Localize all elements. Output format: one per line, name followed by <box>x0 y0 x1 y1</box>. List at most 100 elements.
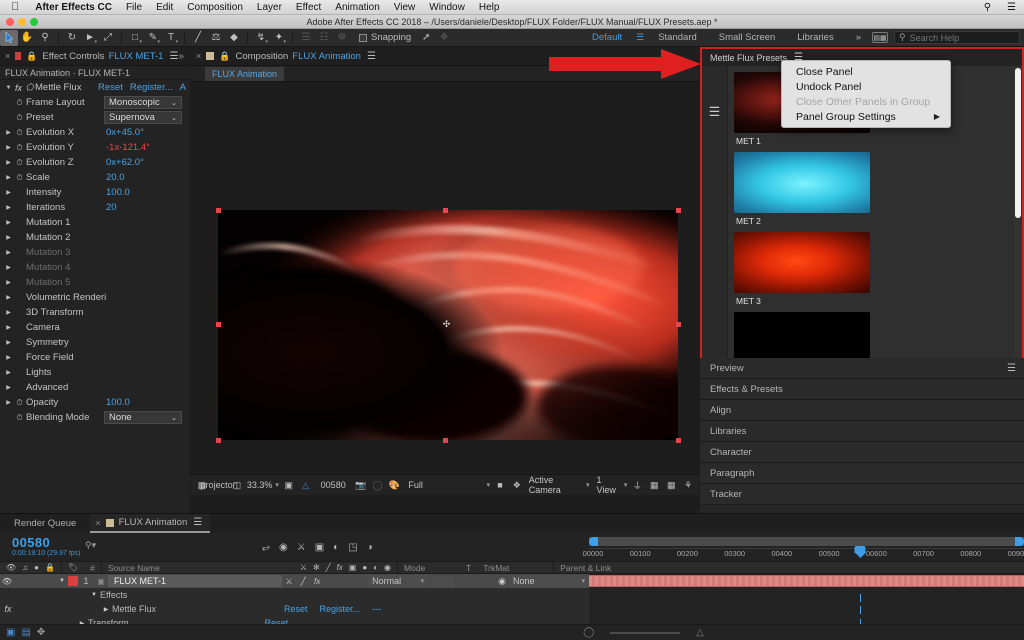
panel-collapsed-row[interactable]: Effects & Presets <box>700 379 1024 400</box>
timeline-effect-row[interactable]: fx ▶ Mettle Flux Reset Register... --- <box>0 602 589 616</box>
channel-icon[interactable]: 🎨 <box>388 478 402 493</box>
panel-overflow-icon[interactable]: » <box>178 51 190 62</box>
selection-handle-ml[interactable] <box>216 322 221 327</box>
lock-icon[interactable]: 🔒 <box>45 563 55 572</box>
keyframe-marker[interactable] <box>860 594 861 602</box>
audio-icon[interactable]: ♫ <box>22 563 28 572</box>
effect-reset-link[interactable]: Reset <box>98 82 123 93</box>
context-menu-item[interactable]: Panel Group Settings ▶ <box>782 109 950 124</box>
effect-property-row[interactable]: ▶ Symmetry <box>0 335 190 350</box>
stopwatch-icon[interactable]: ⏱ <box>13 173 26 183</box>
effect-property-value[interactable]: 20.0 <box>106 172 190 183</box>
toggle-mask-icon[interactable]: ◫ <box>230 478 244 493</box>
control-center-icon[interactable]: ☰ <box>999 2 1024 13</box>
region-of-interest-icon[interactable]: ▣ <box>282 478 296 493</box>
lock-icon[interactable]: 🔒 <box>219 51 230 62</box>
motion-blur-switch-icon[interactable]: ● <box>362 563 367 572</box>
exposure-icon[interactable]: ⚘ <box>681 478 695 493</box>
apple-logo-icon[interactable]:  <box>0 1 28 13</box>
zoom-level-select[interactable]: 33.3% ▾ <box>247 480 279 490</box>
context-menu-item[interactable]: Undock Panel <box>782 79 950 94</box>
effect-property-row[interactable]: ▶ Iterations 20 <box>0 200 190 215</box>
comp-breadcrumb-item[interactable]: FLUX Animation <box>205 66 285 81</box>
quality-icon[interactable]: ╱ <box>326 563 331 572</box>
expand-triangle-icon[interactable]: ▶ <box>4 339 13 346</box>
rotation-tool[interactable]: ↻ <box>63 30 81 46</box>
maximize-window-button[interactable] <box>30 18 38 26</box>
comp-timecode[interactable]: 00580 <box>316 480 351 490</box>
toggle-alpha-icon[interactable]: ■ <box>493 478 507 493</box>
effect-property-row[interactable]: ▶ Force Field <box>0 350 190 365</box>
stopwatch-icon[interactable]: ⏱ <box>13 128 26 138</box>
panel-collapsed-row[interactable]: Character <box>700 442 1024 463</box>
preset-thumbnail[interactable] <box>734 152 870 213</box>
clone-stamp-tool[interactable]: ⚖ <box>207 30 225 46</box>
close-window-button[interactable] <box>6 18 14 26</box>
effect-property-value[interactable]: 0x+45.0° <box>106 127 190 138</box>
column-mode[interactable]: Mode <box>398 563 460 573</box>
anchor-point-icon[interactable]: ✣ <box>442 320 451 329</box>
expand-triangle-icon[interactable]: ▶ <box>4 324 13 331</box>
effect-register-link[interactable]: Register... <box>320 604 361 614</box>
column-source-name[interactable]: Source Name <box>102 563 294 573</box>
preset-thumbnail[interactable] <box>734 232 870 293</box>
pan-behind-tool[interactable]: ⤢ <box>99 30 117 46</box>
effect-property-value[interactable]: 0x+62.0° <box>106 157 190 168</box>
effects-icon[interactable]: fx <box>310 577 324 586</box>
effect-property-value[interactable]: -1x-121.4° <box>106 142 190 153</box>
show-snapshot-icon[interactable]: ◯ <box>371 478 385 493</box>
expand-triangle-icon[interactable]: ▶ <box>4 174 13 181</box>
effect-property-row[interactable]: ▶ Mutation 2 <box>0 230 190 245</box>
auto-keyframe-icon[interactable]: ◑ <box>367 542 373 553</box>
expand-triangle-icon[interactable]: ▶ <box>4 234 13 241</box>
solo-icon[interactable]: ● <box>34 563 39 572</box>
search-help-input[interactable] <box>909 32 1015 43</box>
effect-property-row[interactable]: ▶ Mutation 4 <box>0 260 190 275</box>
hand-tool[interactable]: ✋ <box>18 30 36 46</box>
expand-triangle-icon[interactable]: ▶ <box>4 219 13 226</box>
stopwatch-icon[interactable]: ⏱ <box>13 158 26 168</box>
effect-property-row[interactable]: ▶ Lights <box>0 365 190 380</box>
stopwatch-icon[interactable]: ⏱ <box>13 398 26 408</box>
expand-triangle-icon[interactable]: ▼ <box>4 85 13 91</box>
menu-edit[interactable]: Edit <box>149 2 180 13</box>
panel-collapsed-row[interactable]: Preview ☰ <box>700 358 1024 379</box>
quality-icon[interactable]: ╱ <box>296 577 310 586</box>
menu-file[interactable]: File <box>119 2 149 13</box>
selection-handle-tl[interactable] <box>216 208 221 213</box>
snapshot-icon[interactable]: 📷 <box>354 478 368 493</box>
layer-parent-select[interactable]: None ▾ <box>509 575 589 587</box>
toggle-pixel-aspect-icon[interactable]: △ <box>299 478 313 493</box>
effect-property-row[interactable]: ▶ ⏱ Evolution Y -1x-121.4° <box>0 140 190 155</box>
lock-icon[interactable]: 🔒 <box>26 51 37 62</box>
effect-root-row[interactable]: ▼ fx ⬠ Mettle Flux Reset Register... A <box>0 80 190 95</box>
panel-menu-icon[interactable]: ☰ <box>193 517 202 528</box>
menu-animation[interactable]: Animation <box>328 2 386 13</box>
expand-triangle-icon[interactable]: ▶ <box>4 354 13 361</box>
stopwatch-icon[interactable]: ⏱ <box>13 113 26 123</box>
effect-property-row[interactable]: ▶ Volumetric Rendering <box>0 290 190 305</box>
effect-extra-link[interactable]: --- <box>372 604 381 614</box>
effect-controls-tab[interactable]: × 🔒 Effect Controls FLUX MET-1 ☰ » <box>0 47 190 66</box>
fast-preview-icon[interactable]: ❖ <box>510 478 524 493</box>
toggle-view-layout-icon[interactable]: projector; <box>201 478 239 493</box>
expand-triangle-icon[interactable]: ▼ <box>88 592 100 598</box>
type-tool[interactable]: T ▾ <box>162 30 180 46</box>
effect-property-row[interactable]: ▶ Mutation 1 <box>0 215 190 230</box>
panel-collapsed-row[interactable]: Tracker <box>700 484 1024 505</box>
effect-property-dropdown[interactable]: None ⌄ <box>104 411 182 424</box>
collapse-transform-icon[interactable]: ✻ <box>313 563 320 572</box>
toggle-switches-modes-icon[interactable]: ▣ <box>6 627 15 638</box>
expand-triangle-icon[interactable]: ▶ <box>4 189 13 196</box>
effect-property-value[interactable]: 100.0 <box>106 397 190 408</box>
effect-property-dropdown[interactable]: Supernova ⌄ <box>104 111 182 124</box>
effect-about-link[interactable]: A <box>180 82 186 93</box>
search-help-box[interactable]: ⚲ <box>894 31 1020 44</box>
selection-tool[interactable] <box>0 29 18 46</box>
expand-triangle-icon[interactable]: ▼ <box>56 578 68 584</box>
snapping-toggle[interactable]: Snapping <box>359 32 411 43</box>
parent-pickwhip-icon[interactable]: ◉ <box>498 576 506 587</box>
stopwatch-icon[interactable]: ⏱ <box>13 143 26 153</box>
effect-property-row[interactable]: ▶ ⏱ Scale 20.0 <box>0 170 190 185</box>
presets-scrollbar-thumb[interactable] <box>1015 68 1021 218</box>
